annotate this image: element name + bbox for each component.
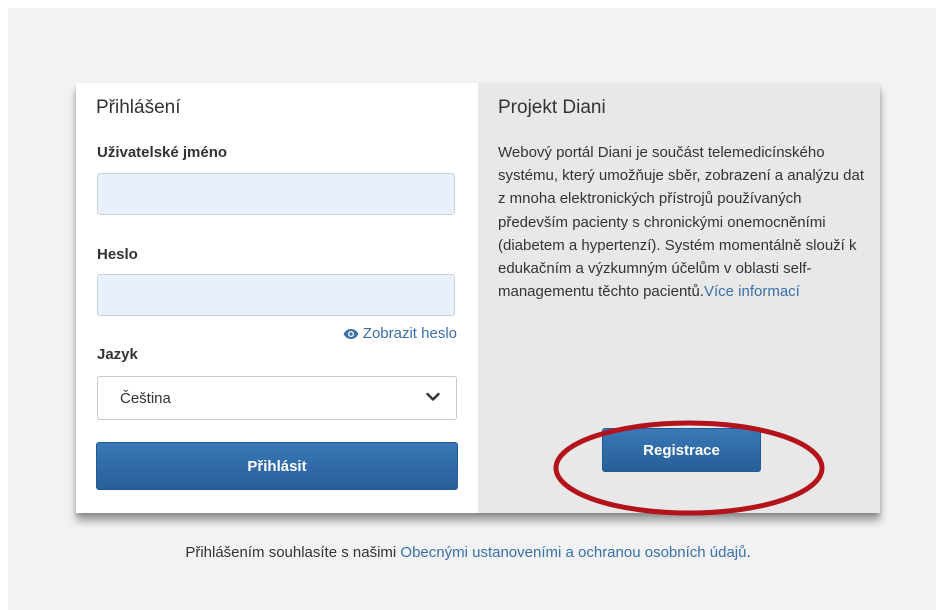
terms-note: Přihlášením souhlasíte s našimi Obecnými… xyxy=(0,544,936,561)
password-input[interactable] xyxy=(97,274,455,316)
language-selected-value: Čeština xyxy=(120,389,171,407)
project-title: Projekt Diani xyxy=(498,97,606,118)
language-label: Jazyk xyxy=(97,346,138,363)
username-label: Uživatelské jméno xyxy=(97,144,228,161)
login-panel: Přihlášení Uživatelské jméno Heslo Zobra… xyxy=(76,83,478,513)
project-description-text: Webový portál Diani je součást telemedic… xyxy=(498,144,865,301)
terms-prefix: Přihlášením souhlasíte s našimi xyxy=(185,544,401,561)
chevron-down-icon xyxy=(426,392,440,401)
project-panel: Projekt Diani Webový portál Diani je sou… xyxy=(478,83,880,513)
show-password-link[interactable]: Zobrazit heslo xyxy=(343,325,457,342)
register-button[interactable]: Registrace xyxy=(602,428,761,472)
terms-suffix: . xyxy=(746,544,751,561)
project-description: Webový portál Diani je součást telemedic… xyxy=(498,141,868,303)
more-info-link[interactable]: Více informací xyxy=(704,283,800,300)
login-button[interactable]: Přihlásit xyxy=(96,442,458,490)
show-password-label: Zobrazit heslo xyxy=(362,325,457,342)
login-title: Přihlášení xyxy=(96,97,181,118)
login-card: Přihlášení Uživatelské jméno Heslo Zobra… xyxy=(76,83,880,513)
language-select[interactable]: Čeština xyxy=(97,376,457,420)
terms-link[interactable]: Obecnými ustanoveními a ochranou osobníc… xyxy=(400,544,746,561)
username-input[interactable] xyxy=(97,173,455,215)
eye-icon xyxy=(343,328,359,339)
password-label: Heslo xyxy=(97,246,138,263)
